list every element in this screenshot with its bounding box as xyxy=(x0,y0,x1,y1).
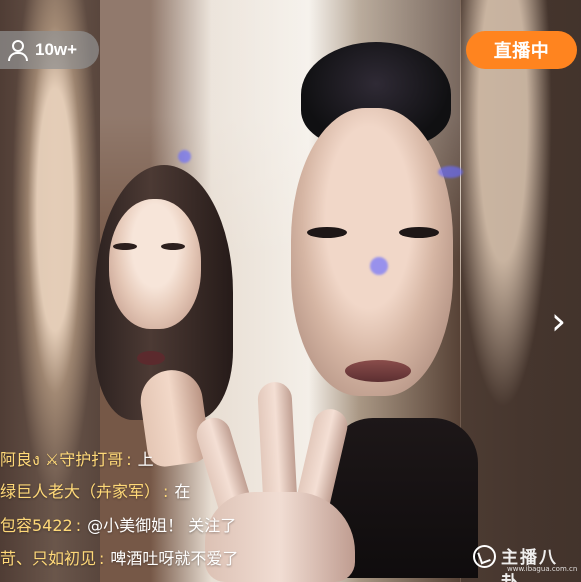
comment-separator: : xyxy=(99,549,105,568)
watermark-logo-icon xyxy=(473,545,496,568)
comment-item: 苛、只如初见 : 啤酒吐呀就不爱了 xyxy=(0,547,238,571)
comment-text: @小美御姐！ 关注了 xyxy=(87,516,237,535)
comment-item: 阿良ง ⚔守护打哥 : 上 xyxy=(0,448,154,472)
watermark-url: www.ibagua.com.cn xyxy=(507,565,578,573)
woman-left-eye xyxy=(113,243,137,250)
chevron-right-icon[interactable]: › xyxy=(551,302,572,341)
comment-feed: 阿良ง ⚔守护打哥 : 上 绿巨人老大（卉家军） : 在 包容5422 : @小… xyxy=(0,443,430,582)
purple-light-glow xyxy=(178,150,191,163)
comment-text: 上 xyxy=(137,450,154,469)
comment-text: 啤酒吐呀就不爱了 xyxy=(110,549,239,568)
user-icon xyxy=(7,39,28,61)
woman-right-eye xyxy=(161,243,185,250)
watermark-brand: 主播八卦 xyxy=(501,548,558,582)
comment-separator: : xyxy=(126,450,132,469)
man-face xyxy=(291,108,453,396)
purple-light-glow xyxy=(370,257,388,275)
comment-item: 绿巨人老大（卉家军） : 在 xyxy=(0,480,190,504)
man-right-eye xyxy=(399,227,439,238)
comment-user-name[interactable]: 苛、只如初见 xyxy=(0,547,96,571)
comment-item: 包容5422 : @小美御姐！ 关注了 xyxy=(0,514,236,538)
comment-user-name[interactable]: 阿良ง ⚔守护打哥 xyxy=(0,448,123,472)
woman-mouth xyxy=(137,351,165,365)
live-status-button[interactable]: 直播中 xyxy=(466,31,577,69)
comment-user-name[interactable]: 包容5422 xyxy=(0,514,73,538)
comment-separator: : xyxy=(75,516,82,535)
live-stream-screen: 10w+ 直播中 › 阿良ง ⚔守护打哥 : 上 绿巨人老大（卉家军） : 在 … xyxy=(0,0,581,582)
viewer-count-badge[interactable]: 10w+ xyxy=(0,31,99,69)
comment-text: 在 xyxy=(174,482,191,501)
viewer-count: 10w+ xyxy=(35,40,78,59)
site-watermark: 主播八卦 www.ibagua.com.cn xyxy=(473,540,577,582)
purple-light-glow xyxy=(438,166,463,178)
comment-user-name[interactable]: 绿巨人老大（卉家军） xyxy=(0,480,160,504)
man-left-eye xyxy=(307,227,347,238)
right-blurred-video-edge xyxy=(461,0,581,582)
woman-face xyxy=(109,199,201,329)
comment-separator: : xyxy=(163,482,169,501)
